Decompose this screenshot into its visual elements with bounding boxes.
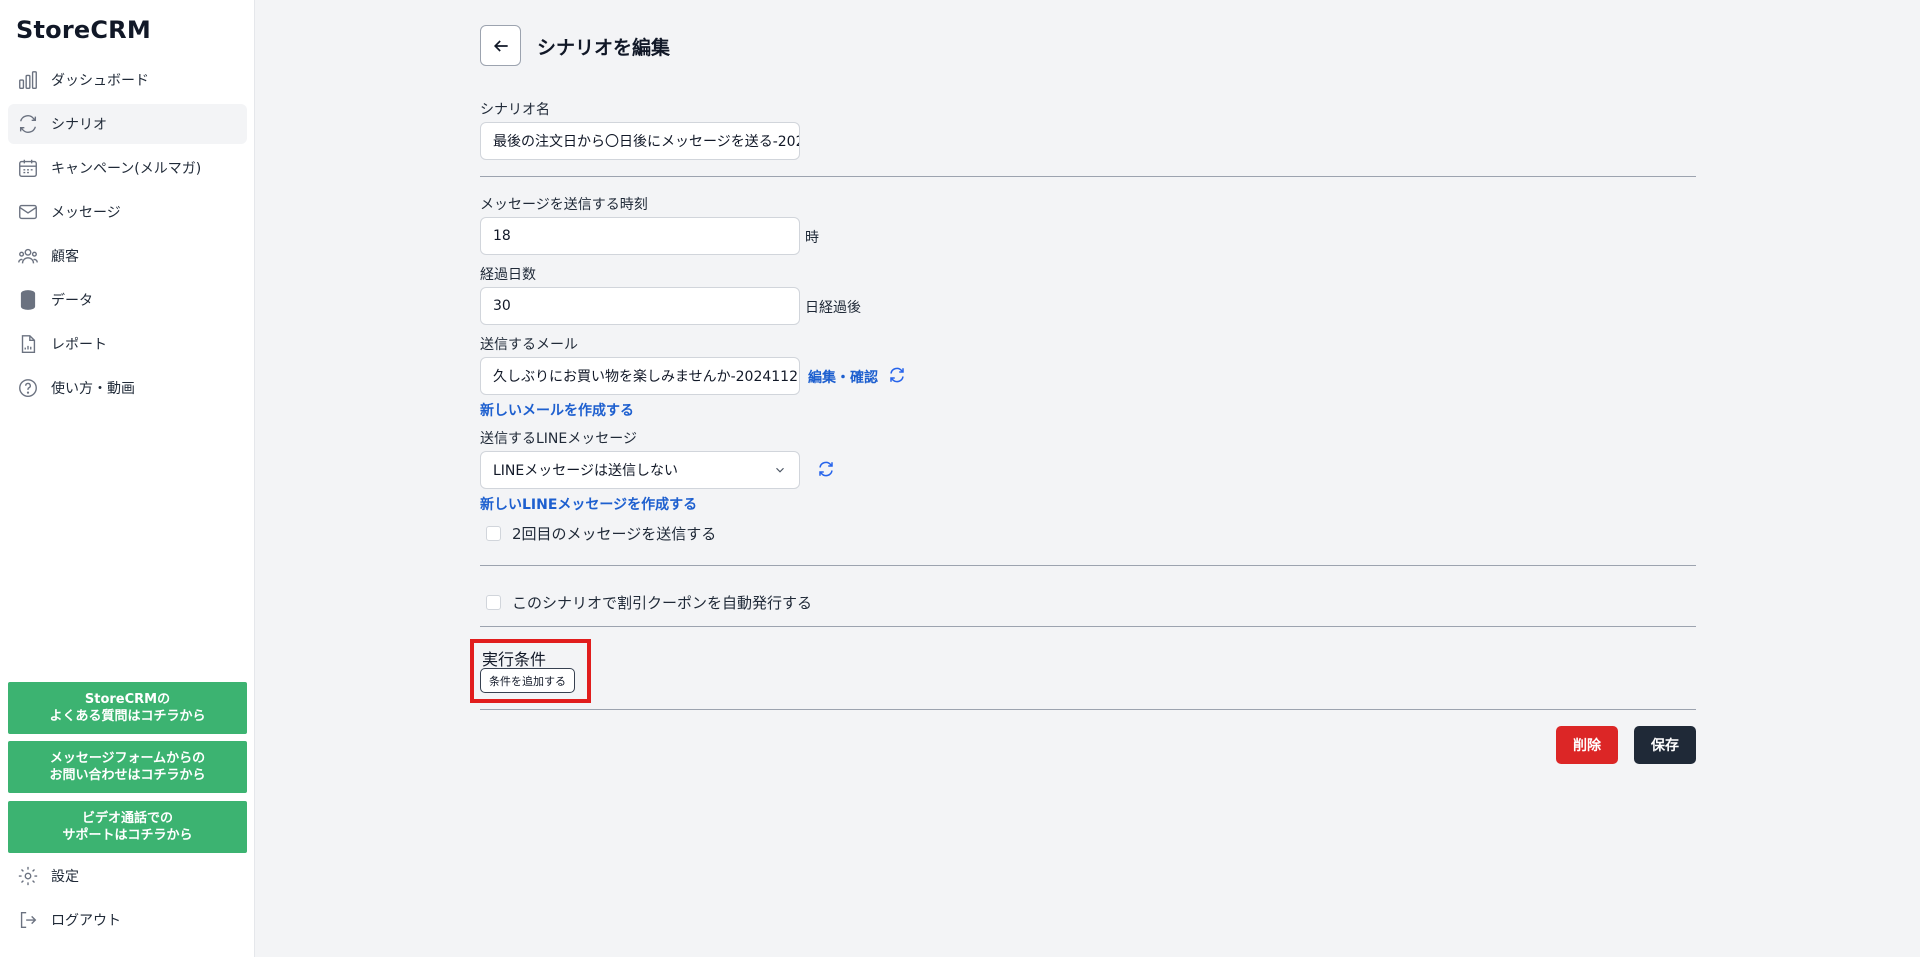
elapsed-days-label: 経過日数 bbox=[480, 267, 536, 283]
database-icon bbox=[16, 288, 40, 312]
elapsed-days-input[interactable]: 30 bbox=[480, 287, 800, 325]
sidebar-item-data[interactable]: データ bbox=[8, 280, 247, 320]
back-button[interactable] bbox=[480, 25, 521, 66]
scenario-name-label: シナリオ名 bbox=[480, 102, 550, 118]
line-message-select[interactable]: LINEメッセージは送信しない bbox=[480, 451, 800, 489]
line-select-value: LINEメッセージは送信しない bbox=[493, 463, 678, 479]
sidebar-item-report[interactable]: レポート bbox=[8, 324, 247, 364]
mail-select-value: 久しぶりにお買い物を楽しみませんか-20241123 bbox=[493, 369, 800, 385]
mail-select[interactable]: 久しぶりにお買い物を楽しみませんか-20241123 bbox=[480, 357, 800, 395]
video-call-support-button[interactable]: ビデオ通話での サポートはコチラから bbox=[8, 801, 247, 853]
faq-support-button[interactable]: StoreCRMの よくある質問はコチラから bbox=[8, 682, 247, 734]
sidebar-item-message[interactable]: メッセージ bbox=[8, 192, 247, 232]
send-time-label: メッセージを送信する時刻 bbox=[480, 197, 648, 213]
coupon-label: このシナリオで割引クーポンを自動発行する bbox=[512, 594, 813, 612]
calendar-icon bbox=[16, 156, 40, 180]
support-line: メッセージフォームからの bbox=[49, 751, 206, 766]
divider bbox=[480, 565, 1696, 566]
sidebar-item-label: シナリオ bbox=[51, 117, 107, 133]
sidebar-item-campaign[interactable]: キャンペーン(メルマガ) bbox=[8, 148, 247, 188]
delete-button[interactable]: 削除 bbox=[1556, 726, 1618, 764]
question-circle-icon bbox=[16, 376, 40, 400]
second-message-checkbox[interactable] bbox=[486, 526, 501, 541]
gear-icon bbox=[16, 864, 40, 888]
sidebar-item-label: ログアウト bbox=[51, 913, 121, 929]
divider bbox=[480, 709, 1696, 710]
elapsed-days-suffix: 日経過後 bbox=[805, 300, 861, 316]
users-icon bbox=[16, 244, 40, 268]
sidebar-item-label: メッセージ bbox=[51, 205, 121, 221]
coupon-checkbox-row[interactable]: このシナリオで割引クーポンを自動発行する bbox=[486, 592, 812, 613]
save-button[interactable]: 保存 bbox=[1634, 726, 1696, 764]
sidebar: StoreCRM ダッシュボード シナリオ キャンペーン(メルマガ) メッセージ bbox=[0, 0, 255, 957]
contact-form-support-button[interactable]: メッセージフォームからの お問い合わせはコチラから bbox=[8, 741, 247, 793]
sidebar-item-label: データ bbox=[51, 293, 93, 309]
logout-icon bbox=[16, 908, 40, 932]
support-line: お問い合わせはコチラから bbox=[49, 768, 206, 783]
sidebar-item-label: ダッシュボード bbox=[51, 73, 149, 89]
sidebar-nav: ダッシュボード シナリオ キャンペーン(メルマガ) メッセージ 顧客 データ レ… bbox=[8, 60, 247, 412]
sidebar-bottom-nav: 設定 ログアウト bbox=[8, 856, 247, 944]
send-time-input[interactable]: 18 bbox=[480, 217, 800, 255]
sidebar-item-scenario[interactable]: シナリオ bbox=[8, 104, 247, 144]
page-title: シナリオを編集 bbox=[537, 37, 671, 59]
bar-chart-icon bbox=[16, 68, 40, 92]
scenario-name-input[interactable]: 最後の注文日から〇日後にメッセージを送る-202411 bbox=[480, 122, 800, 160]
second-message-checkbox-row[interactable]: 2回目のメッセージを送信する bbox=[486, 523, 716, 544]
support-line: サポートはコチラから bbox=[62, 828, 193, 843]
sidebar-item-label: レポート bbox=[51, 337, 107, 353]
document-chart-icon bbox=[16, 332, 40, 356]
coupon-checkbox[interactable] bbox=[486, 595, 501, 610]
refresh-cycle-icon bbox=[16, 112, 40, 136]
sidebar-item-customers[interactable]: 顧客 bbox=[8, 236, 247, 276]
chevron-down-icon bbox=[776, 467, 784, 473]
sidebar-item-label: キャンペーン(メルマガ) bbox=[51, 161, 202, 177]
send-time-suffix: 時 bbox=[805, 230, 819, 246]
mail-edit-link[interactable]: 編集・確認 bbox=[808, 367, 878, 387]
arrow-left-icon bbox=[493, 39, 508, 52]
second-message-label: 2回目のメッセージを送信する bbox=[512, 525, 717, 543]
sidebar-item-label: 使い方・動画 bbox=[51, 381, 135, 397]
create-line-message-link[interactable]: 新しいLINEメッセージを作成する bbox=[480, 494, 697, 514]
sidebar-item-settings[interactable]: 設定 bbox=[8, 856, 247, 896]
sidebar-item-logout[interactable]: ログアウト bbox=[8, 900, 247, 940]
envelope-icon bbox=[16, 200, 40, 224]
mail-label: 送信するメール bbox=[480, 337, 578, 353]
divider bbox=[480, 626, 1696, 627]
sidebar-item-label: 設定 bbox=[51, 869, 79, 885]
sidebar-item-help[interactable]: 使い方・動画 bbox=[8, 368, 247, 408]
conditions-title: 実行条件 bbox=[482, 650, 547, 669]
support-line: StoreCRMの bbox=[84, 692, 171, 707]
app-logo[interactable]: StoreCRM bbox=[16, 16, 151, 44]
line-refresh-icon[interactable] bbox=[817, 460, 837, 480]
sidebar-item-dashboard[interactable]: ダッシュボード bbox=[8, 60, 247, 100]
divider bbox=[480, 176, 1696, 177]
line-message-label: 送信するLINEメッセージ bbox=[480, 431, 637, 447]
sidebar-item-label: 顧客 bbox=[51, 249, 79, 265]
support-line: よくある質問はコチラから bbox=[49, 709, 206, 724]
support-line: ビデオ通話での bbox=[81, 811, 173, 826]
add-condition-button[interactable]: 条件を追加する bbox=[480, 668, 575, 693]
mail-refresh-icon[interactable] bbox=[888, 366, 908, 386]
create-mail-link[interactable]: 新しいメールを作成する bbox=[480, 400, 634, 420]
